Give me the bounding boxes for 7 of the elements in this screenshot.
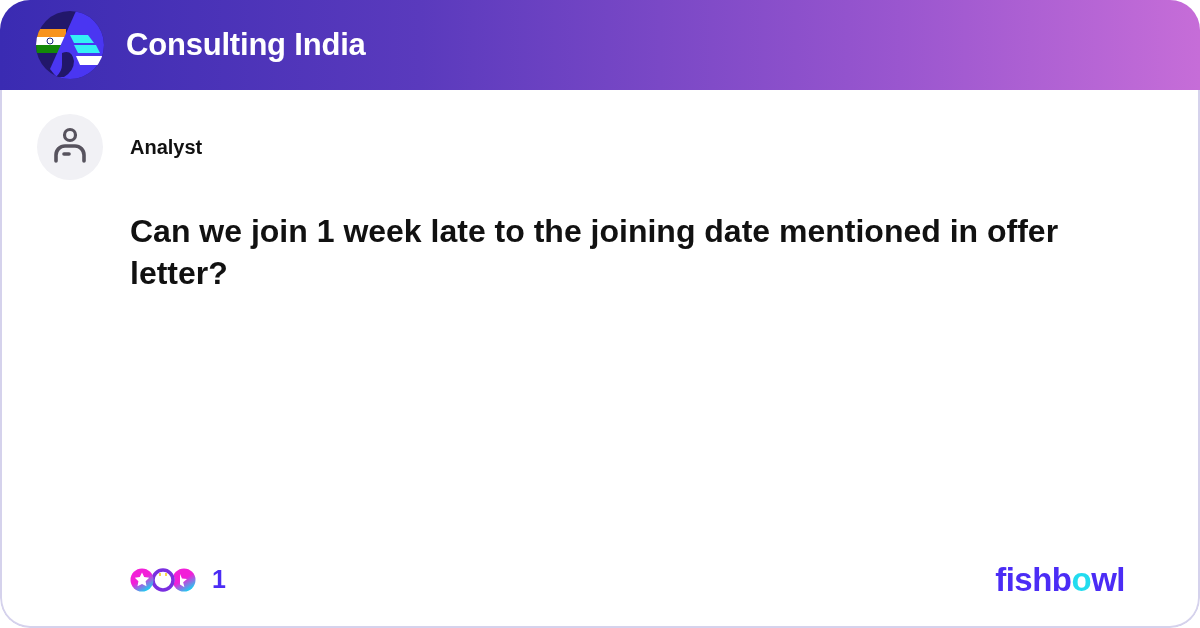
community-title: Consulting India [126, 27, 366, 63]
fishbowl-logo: fishbowl [995, 563, 1125, 596]
question-text: Can we join 1 week late to the joining date mentioned in offer letter? [130, 212, 1060, 293]
reaction-count: 1 [212, 565, 226, 594]
reactions-icon [130, 567, 196, 592]
author-name: Analyst [130, 135, 203, 159]
user-avatar-icon [37, 114, 103, 180]
